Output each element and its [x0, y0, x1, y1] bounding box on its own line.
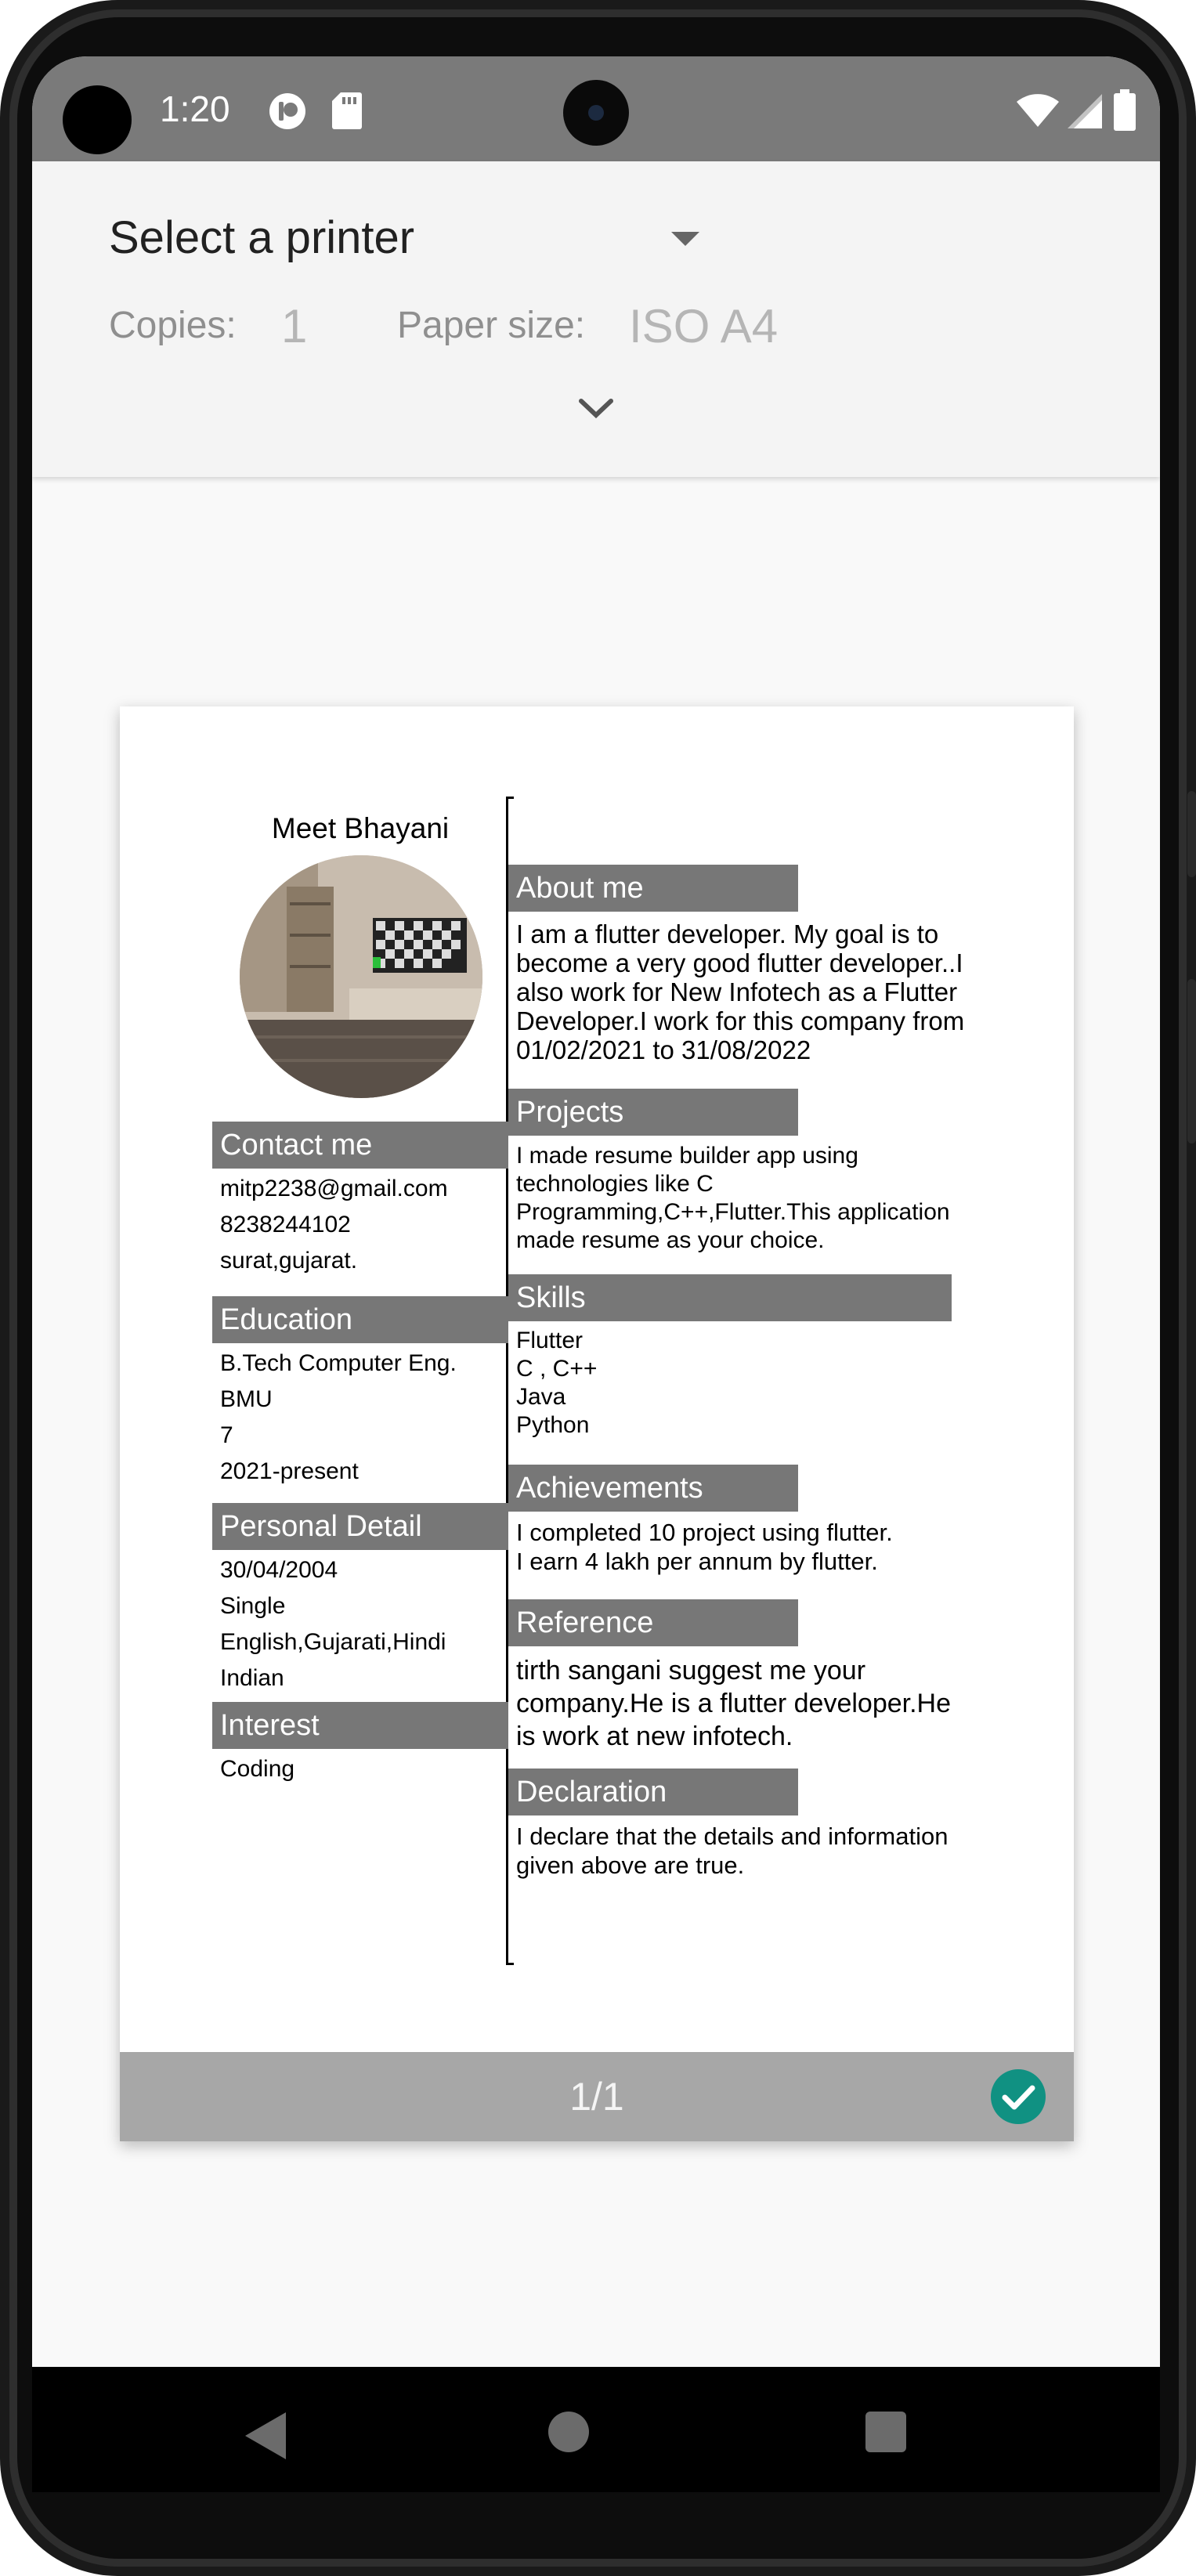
profile-photo-image: [240, 855, 482, 1098]
projects-line: technologies like C: [516, 1171, 714, 1197]
skill-item: C , C++: [516, 1356, 598, 1382]
contact-email: mitp2238@gmail.com: [220, 1176, 448, 1201]
back-icon[interactable]: [245, 2412, 286, 2459]
contact-address: surat,gujarat.: [220, 1248, 358, 1274]
declaration-line: given above are true.: [516, 1852, 745, 1879]
resume-name: Meet Bhayani: [271, 812, 450, 844]
education-score: 7: [220, 1422, 233, 1448]
about-text: I am a flutter developer. My goal is to …: [516, 919, 964, 1064]
skill-item: Python: [516, 1412, 590, 1438]
projects-text: I made resume builder app using technolo…: [516, 1142, 950, 1255]
paper-size-select[interactable]: ISO A4: [629, 299, 778, 353]
about-line: Developer.I work for this company from: [516, 1006, 965, 1035]
power-button: [1187, 979, 1196, 1143]
volume-button: [1187, 791, 1196, 877]
reference-line: is work at new infotech.: [516, 1722, 793, 1751]
projects-heading: Projects: [508, 1089, 798, 1136]
printer-select[interactable]: Select a printer: [109, 211, 414, 264]
skill-item: Java: [516, 1384, 566, 1410]
about-line: I am a flutter developer. My goal is to: [516, 919, 939, 948]
education-heading: Education: [212, 1296, 508, 1343]
education-years: 2021-present: [220, 1458, 359, 1484]
reference-text: tirth sangani suggest me your company.He…: [516, 1654, 951, 1753]
navigation-bar: [32, 2367, 1160, 2492]
interest-heading: Interest: [212, 1702, 508, 1749]
achievements-heading: Achievements: [508, 1465, 798, 1512]
achievement-line: I earn 4 lakh per annum by flutter.: [516, 1548, 878, 1575]
recents-icon[interactable]: [865, 2412, 906, 2452]
skills-heading: Skills: [508, 1274, 952, 1321]
notification-app-icon: [269, 93, 305, 129]
check-icon: [1002, 2085, 1035, 2110]
about-line: also work for New Infotech as a Flutter: [516, 977, 958, 1006]
paper-size-label: Paper size:: [397, 305, 586, 346]
sd-card-icon: [332, 92, 362, 129]
personal-heading: Personal Detail: [212, 1503, 508, 1550]
personal-marital: Single: [220, 1593, 286, 1619]
declaration-text: I declare that the details and informati…: [516, 1822, 948, 1880]
front-camera-dot: [63, 85, 132, 154]
screen: 1:20 Select a printer Copies: 1 Paper si…: [32, 56, 1160, 2492]
personal-nationality: Indian: [220, 1665, 284, 1691]
preview-page-footer: 1/1: [120, 2052, 1074, 2141]
reference-line: tirth sangani suggest me your: [516, 1656, 866, 1685]
divider-bottom-tick: [506, 1963, 514, 1965]
contact-heading: Contact me: [212, 1122, 508, 1169]
skill-item: Flutter: [516, 1328, 584, 1353]
print-options-panel: Select a printer Copies: 1 Paper size: I…: [32, 161, 1160, 477]
reference-line: company.He is a flutter developer.He: [516, 1689, 951, 1718]
signal-icon: [1068, 94, 1102, 128]
camera-cutout: [563, 80, 629, 146]
print-preview-page[interactable]: Meet Bhayani Contact me mitp2238@gmail.c…: [120, 706, 1074, 2141]
declaration-heading: Declaration: [508, 1769, 798, 1815]
about-heading: About me: [508, 865, 798, 912]
about-line: become a very good flutter developer..I: [516, 948, 963, 977]
education-degree: B.Tech Computer Eng.: [220, 1350, 457, 1376]
personal-languages: English,Gujarati,Hindi: [220, 1629, 446, 1655]
achievements-text: I completed 10 project using flutter. I …: [516, 1518, 893, 1576]
status-bar: 1:20: [32, 56, 1160, 161]
personal-dob: 30/04/2004: [220, 1557, 338, 1583]
resume-document: Meet Bhayani Contact me mitp2238@gmail.c…: [120, 706, 1074, 2052]
dropdown-arrow-icon[interactable]: [671, 232, 699, 246]
declaration-line: I declare that the details and informati…: [516, 1823, 948, 1850]
home-icon[interactable]: [548, 2412, 589, 2452]
contact-phone: 8238244102: [220, 1212, 351, 1237]
status-time: 1:20: [160, 89, 230, 129]
divider-top-tick: [506, 797, 514, 799]
achievement-line: I completed 10 project using flutter.: [516, 1519, 893, 1546]
page-indicator: 1/1: [569, 2075, 624, 2119]
page-selected-check[interactable]: [991, 2069, 1046, 2124]
about-line: 01/02/2021 to 31/08/2022: [516, 1035, 811, 1064]
education-institute: BMU: [220, 1386, 273, 1412]
projects-line: Programming,C++,Flutter.This application: [516, 1199, 950, 1225]
projects-line: I made resume builder app using: [516, 1143, 858, 1169]
wifi-icon: [1017, 94, 1059, 127]
chevron-down-icon[interactable]: [578, 396, 614, 420]
projects-line: made resume as your choice.: [516, 1227, 825, 1253]
skills-list: Flutter C , C++ Java Python: [516, 1327, 597, 1440]
reference-heading: Reference: [508, 1599, 798, 1646]
copies-input[interactable]: 1: [281, 299, 307, 353]
copies-label: Copies:: [109, 305, 237, 346]
battery-icon: [1114, 89, 1136, 131]
profile-photo: [240, 855, 482, 1098]
interest-value: Coding: [220, 1756, 295, 1782]
